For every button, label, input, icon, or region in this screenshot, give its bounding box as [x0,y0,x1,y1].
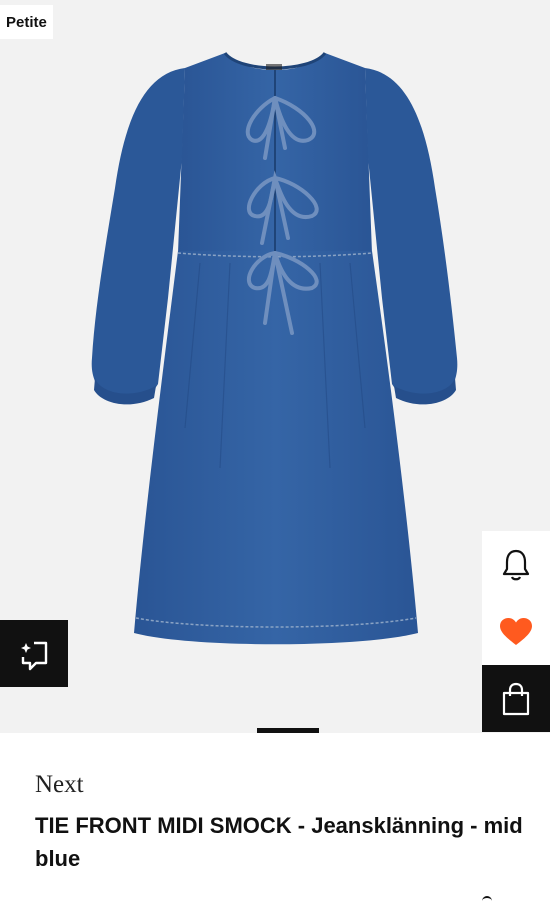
bell-icon [502,549,530,580]
denim-dress-image [91,51,458,645]
product-image-gallery[interactable]: Petite [0,0,550,733]
shopping-bag-icon [502,682,530,715]
brand-name[interactable]: Next [35,771,84,799]
scroll-hint [482,896,492,902]
sparkle-frame-icon [21,641,48,670]
ai-similar-items-button[interactable] [0,620,68,687]
product-action-bar [482,531,550,732]
product-title: TIE FRONT MIDI SMOCK - Jeansklänning - m… [35,813,523,871]
add-to-bag-button[interactable] [482,665,550,732]
product-info: Next TIE FRONT MIDI SMOCK - Jeansklännin… [0,733,550,900]
notify-button[interactable] [482,531,550,598]
wishlist-button[interactable] [482,598,550,665]
petite-badge: Petite [0,5,53,39]
heart-icon [500,617,532,645]
